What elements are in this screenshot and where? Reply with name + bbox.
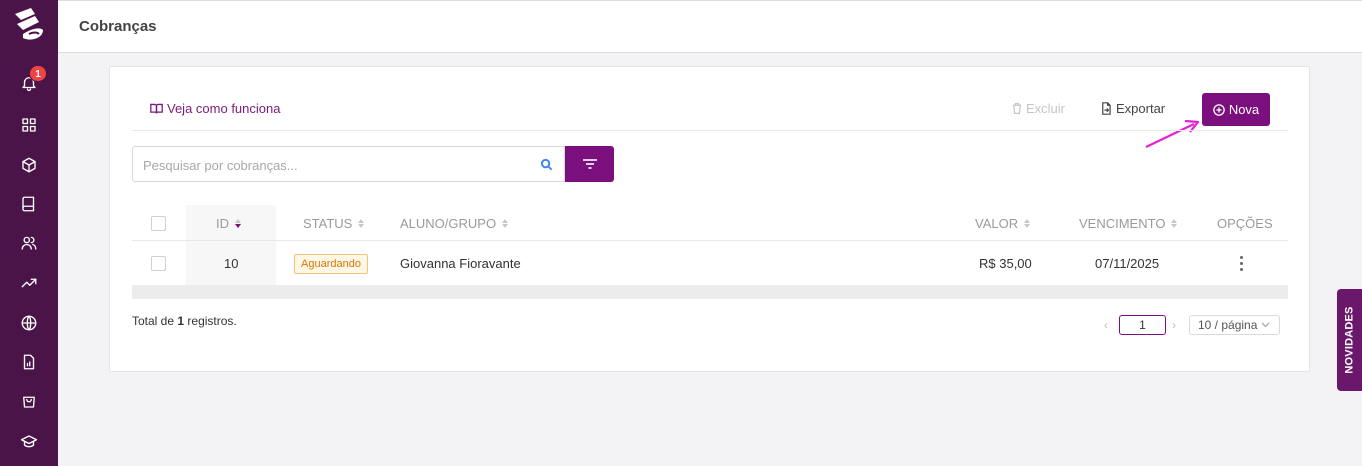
search-icon[interactable] [540,158,553,171]
more-vertical-icon [1240,256,1243,271]
box-icon[interactable] [18,154,40,176]
total-prefix: Total de [132,314,175,328]
select-all-checkbox[interactable] [151,205,166,241]
help-link-label: Veja como funciona [167,101,281,116]
novidades-tab[interactable]: NOVIDADES [1337,289,1362,391]
dashboard-grid-icon[interactable] [18,114,40,136]
top-header: Cobranças [58,0,1362,53]
total-count: 1 [177,314,185,328]
column-header-id-label: ID [216,215,229,231]
search-box [132,146,565,182]
search-input[interactable] [143,155,523,175]
row-options-button[interactable] [1240,242,1243,285]
sort-icon [1024,218,1031,228]
filter-button[interactable] [565,146,614,182]
row-valor: R$ 35,00 [979,256,1032,271]
table-horizontal-scrollbar[interactable] [132,285,1288,299]
shopping-bag-icon[interactable] [18,390,40,412]
column-header-valor-label: VALOR [975,215,1019,231]
book-icon[interactable] [18,193,40,215]
status-badge: Aguardando [294,242,368,285]
page-size-select[interactable]: 10 / página [1189,315,1280,335]
delete-button-label: Excluir [1026,101,1066,116]
column-header-vencimento-label: VENCIMENTO [1079,215,1166,231]
page-number-1[interactable]: 1 [1119,315,1166,335]
row-vencimento: 07/11/2025 [1095,256,1160,271]
row-checkbox[interactable] [151,242,166,285]
sort-icon [358,218,365,228]
column-header-aluno[interactable]: ALUNO/GRUPO [400,205,509,241]
prev-page-button[interactable]: ‹ [1104,318,1108,332]
column-header-status-label: STATUS [303,215,353,231]
sort-icon [235,218,241,228]
column-header-aluno-label: ALUNO/GRUPO [400,215,497,231]
column-header-opcoes: OPÇÕES [1217,205,1273,241]
column-header-valor[interactable]: VALOR [975,205,1031,241]
sidebar: 1 [0,0,58,466]
export-button-label: Exportar [1116,101,1166,116]
help-link[interactable]: Veja como funciona [150,101,280,116]
new-charge-button-label: Nova [1228,102,1260,117]
brand-logo[interactable] [9,4,49,44]
status-badge-label: Aguardando [294,253,368,274]
table-header: ID STATUS ALUNO/GRUPO VALOR VENCIMENTO O… [132,205,1288,241]
filter-icon [582,159,597,169]
charges-card: Veja como funciona Excluir Exportar Nova… [109,66,1310,372]
pointer-arrow-icon [1145,119,1200,148]
column-header-opcoes-label: OPÇÕES [1217,215,1273,231]
graduation-cap-icon[interactable] [18,431,40,453]
sort-icon [1171,218,1178,228]
book-open-icon [150,103,163,114]
page-size-value: 10 / página [1198,318,1258,332]
delete-button[interactable]: Excluir [1011,101,1065,116]
users-icon[interactable] [18,232,40,254]
globe-icon[interactable] [18,312,40,334]
column-header-id[interactable]: ID [216,205,241,241]
trash-icon [1012,103,1022,114]
chevron-down-icon [1261,322,1270,328]
row-aluno: Giovanna Fioravante [400,256,521,271]
page-title: Cobranças [79,18,157,35]
toolbar-divider [132,130,1288,131]
new-charge-button[interactable]: Nova [1202,93,1270,126]
novidades-label: NOVIDADES [1343,306,1356,374]
column-header-status[interactable]: STATUS [303,205,365,241]
row-id: 10 [224,256,239,271]
sort-icon [502,218,509,228]
plus-circle-icon [1213,103,1225,116]
column-header-vencimento[interactable]: VENCIMENTO [1079,205,1178,241]
export-file-icon [1102,102,1111,115]
next-page-button[interactable]: › [1172,318,1176,332]
report-icon[interactable] [18,351,40,373]
trending-up-icon[interactable] [18,272,40,294]
export-button[interactable]: Exportar [1100,101,1165,116]
notification-badge: 1 [29,65,47,82]
table-row: 10 Aguardando Giovanna Fioravante R$ 35,… [132,242,1288,285]
total-records: Total de 1 registros. [132,314,237,328]
total-suffix: registros. [187,314,237,328]
